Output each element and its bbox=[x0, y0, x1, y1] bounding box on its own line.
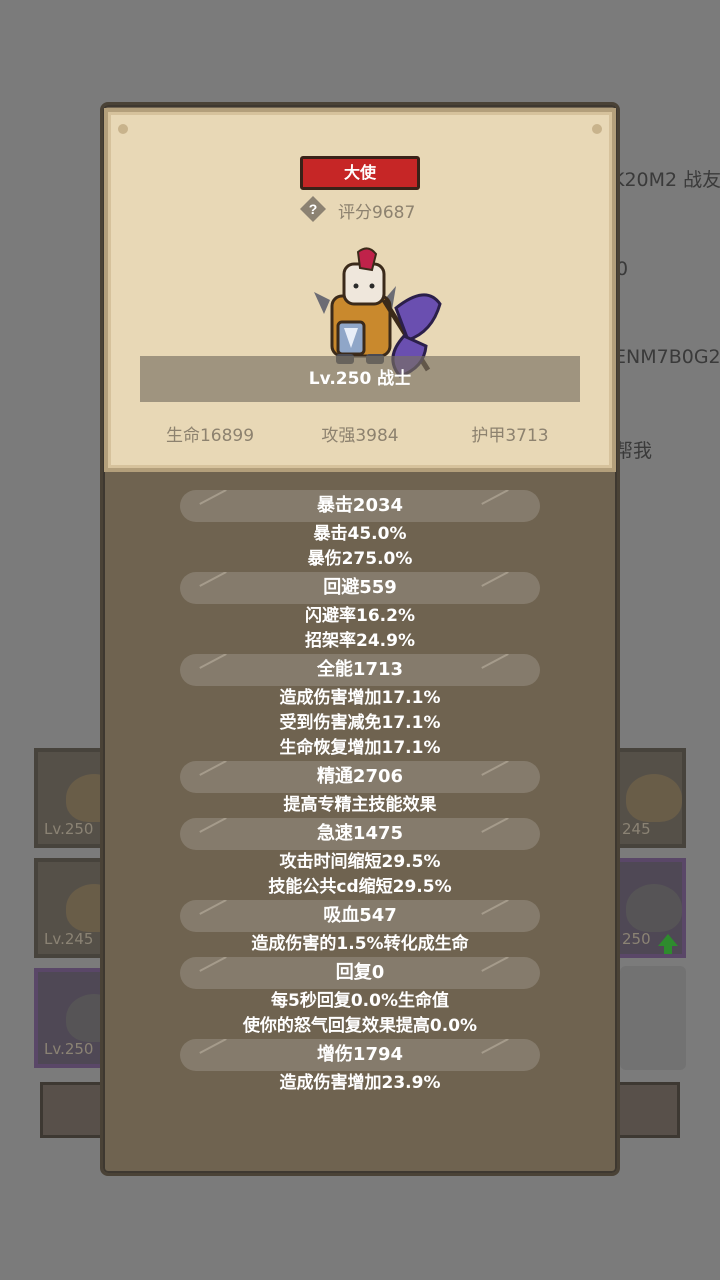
attribute-group: 急速1475 攻击时间缩短29.5% 技能公共cd缩短29.5% bbox=[140, 818, 580, 900]
attribute-header-label: 暴击2034 bbox=[316, 495, 404, 516]
attribute-detail: 招架率24.9% bbox=[305, 631, 415, 651]
attribute-header: 回避559 bbox=[180, 572, 540, 604]
header-decoration bbox=[481, 572, 509, 587]
attribute-group: 精通2706 提高专精主技能效果 bbox=[140, 761, 580, 818]
life-stat: 生命16899 bbox=[165, 426, 255, 446]
header-decoration bbox=[199, 572, 227, 587]
attribute-group: 全能1713 造成伤害增加17.1% 受到伤害减免17.1% 生命恢复增加17.1% bbox=[140, 654, 580, 761]
attribute-group: 回复0 每5秒回复0.0%生命值使你的怒气回复效果提高0.0% bbox=[140, 957, 580, 1039]
attribute-header-label: 回复0 bbox=[335, 962, 385, 983]
header-decoration bbox=[481, 490, 509, 505]
attribute-header-label: 回避559 bbox=[323, 577, 397, 598]
bg-chat-line: 0 bbox=[616, 258, 629, 280]
header-decoration bbox=[481, 957, 509, 972]
question-diamond-icon[interactable]: ? bbox=[299, 195, 327, 223]
bg-chat-line: ENM7B0G2 bbox=[614, 346, 720, 368]
armor-stat: 护甲3713 bbox=[471, 426, 549, 446]
svg-text:?: ? bbox=[309, 201, 318, 217]
attribute-detail: 受到伤害减免17.1% bbox=[279, 713, 441, 733]
header-decoration bbox=[199, 761, 227, 776]
attribute-detail: 攻击时间缩短29.5% bbox=[279, 852, 441, 872]
attribute-header-label: 增伤1794 bbox=[316, 1044, 404, 1065]
armor-icon bbox=[626, 884, 682, 932]
attack-stat: 攻强3984 bbox=[321, 426, 399, 446]
attribute-header: 急速1475 bbox=[180, 818, 540, 850]
header-decoration bbox=[199, 1039, 227, 1054]
attribute-detail: 造成伤害增加23.9% bbox=[279, 1073, 441, 1093]
rivet bbox=[592, 124, 602, 134]
bg-chat-line: 帮我 bbox=[614, 440, 653, 462]
attribute-detail: 造成伤害增加17.1% bbox=[279, 688, 441, 708]
attribute-header: 全能1713 bbox=[180, 654, 540, 686]
slot-level: Lv.250 bbox=[44, 820, 94, 838]
attribute-header: 回复0 bbox=[180, 957, 540, 989]
header-decoration bbox=[199, 900, 227, 915]
header-decoration bbox=[199, 490, 227, 505]
upgrade-arrow-icon bbox=[658, 934, 678, 954]
attribute-detail: 提高专精主技能效果 bbox=[283, 795, 437, 815]
attribute-group: 吸血547 造成伤害的1.5%转化成生命 bbox=[140, 900, 580, 957]
attribute-detail: 暴伤275.0% bbox=[307, 549, 413, 569]
hero-name-bar: Lv.250 战士 bbox=[140, 356, 580, 402]
slot-level: Lv.245 bbox=[44, 930, 94, 948]
header-decoration bbox=[199, 818, 227, 833]
header-decoration bbox=[481, 654, 509, 669]
header-decoration bbox=[199, 654, 227, 669]
attribute-detail: 使你的怒气回复效果提高0.0% bbox=[242, 1016, 478, 1036]
attribute-header: 增伤1794 bbox=[180, 1039, 540, 1071]
attribute-header: 精通2706 bbox=[180, 761, 540, 793]
header-decoration bbox=[481, 761, 509, 776]
slot-level: Lv.250 bbox=[44, 1040, 94, 1058]
attribute-header-label: 急速1475 bbox=[316, 823, 404, 844]
attribute-group: 暴击2034 暴击45.0% 暴伤275.0% bbox=[140, 490, 580, 572]
attribute-header: 暴击2034 bbox=[180, 490, 540, 522]
header-decoration bbox=[199, 957, 227, 972]
attribute-detail: 闪避率16.2% bbox=[305, 606, 415, 626]
attribute-header-label: 全能1713 bbox=[316, 659, 404, 680]
attribute-detail: 每5秒回复0.0%生命值 bbox=[271, 991, 449, 1011]
title-badge: 大使 bbox=[300, 156, 420, 190]
attribute-detail: 暴击45.0% bbox=[313, 524, 407, 544]
attribute-header: 吸血547 bbox=[180, 900, 540, 932]
attribute-header-label: 精通2706 bbox=[316, 766, 404, 787]
slot-level: 245 bbox=[622, 820, 651, 838]
attribute-detail: 技能公共cd缩短29.5% bbox=[268, 877, 452, 897]
attribute-group: 增伤1794 造成伤害增加23.9% bbox=[140, 1039, 580, 1096]
attribute-list: 暴击2034 暴击45.0% 暴伤275.0% 回避559 闪避率16.2% 招架率24.… bbox=[140, 490, 580, 1096]
header-decoration bbox=[481, 1039, 509, 1054]
attribute-header-label: 吸血547 bbox=[323, 905, 397, 926]
attribute-group: 回避559 闪避率16.2% 招架率24.9% bbox=[140, 572, 580, 654]
bg-chat-line: K20M2 战友 bbox=[612, 169, 720, 191]
armor-icon bbox=[626, 774, 682, 822]
attribute-detail: 造成伤害的1.5%转化成生命 bbox=[251, 934, 469, 954]
rivet bbox=[118, 124, 128, 134]
attribute-detail: 生命恢复增加17.1% bbox=[279, 738, 441, 758]
score-label: 评分9687 bbox=[338, 203, 416, 223]
header-decoration bbox=[481, 818, 509, 833]
header-decoration bbox=[481, 900, 509, 915]
slot-level: 250 bbox=[622, 930, 651, 948]
empty-slot[interactable] bbox=[620, 966, 686, 1070]
